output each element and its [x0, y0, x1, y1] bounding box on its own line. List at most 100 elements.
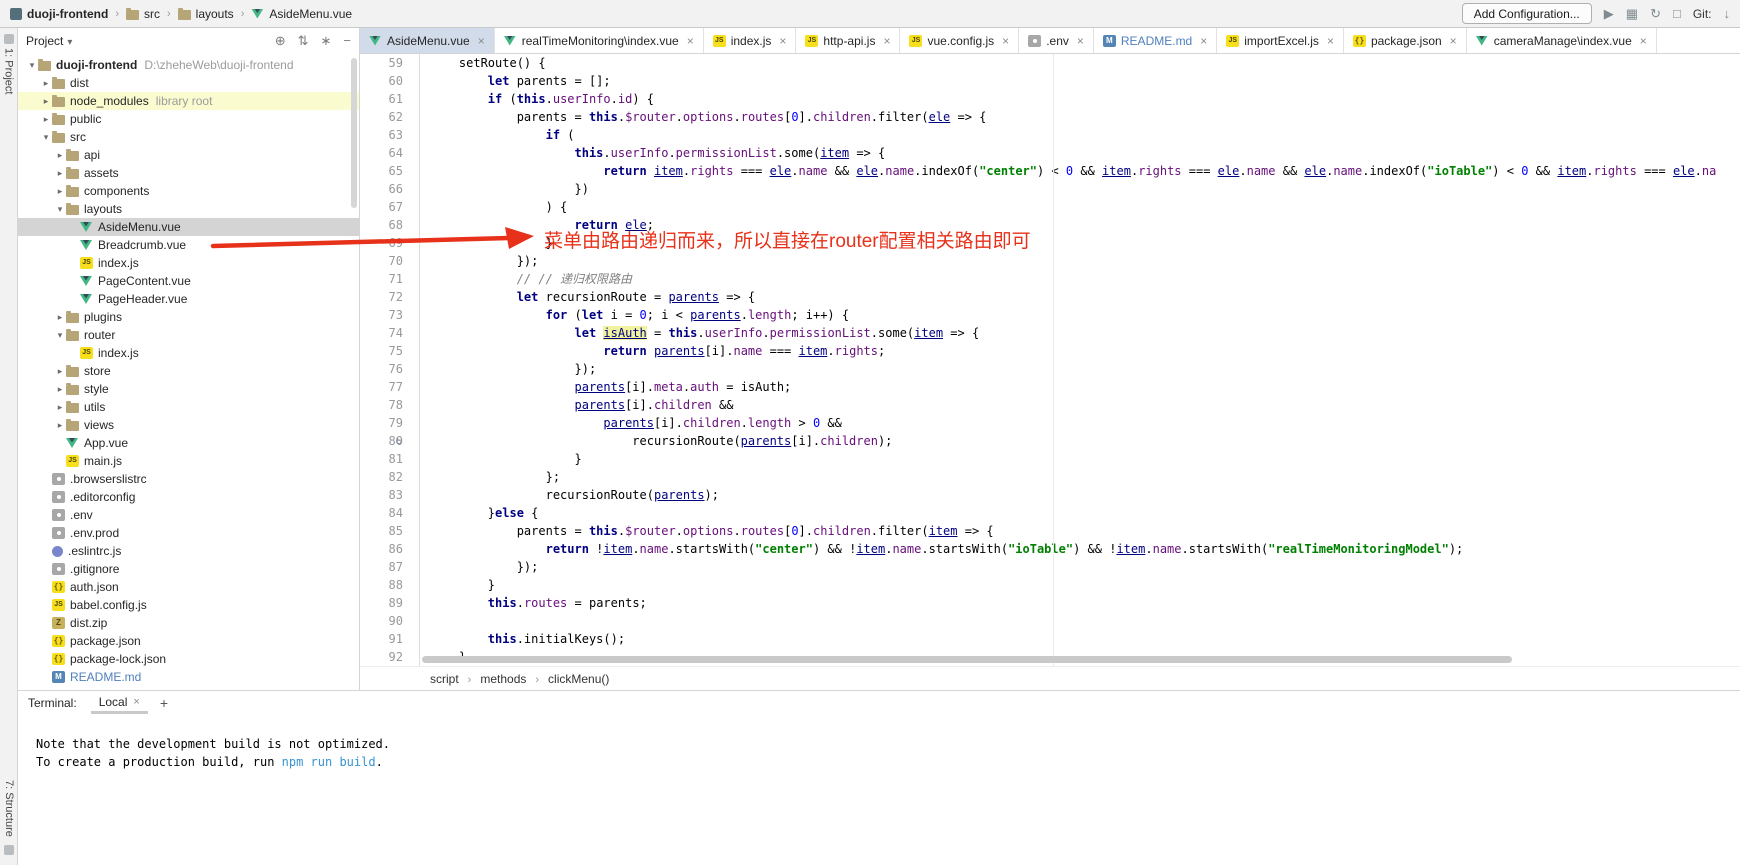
chevron-expanded-icon[interactable] — [54, 330, 66, 341]
gutter-line-number[interactable]: 68 — [360, 216, 403, 234]
titlebar-breadcrumb-item[interactable]: src — [126, 7, 160, 21]
code-line[interactable]: parents[i].children && — [430, 396, 1740, 414]
gutter-line-number[interactable]: 70 — [360, 252, 403, 270]
editor-tab[interactable]: .env — [1019, 28, 1094, 53]
gutter-line-number[interactable]: 71 — [360, 270, 403, 288]
close-icon[interactable] — [1640, 34, 1647, 48]
tree-item[interactable]: api — [18, 146, 359, 164]
code-line[interactable]: return ele; — [430, 216, 1740, 234]
gutter-line-number[interactable]: 72 — [360, 288, 403, 306]
gutter-line-number[interactable]: 60 — [360, 72, 403, 90]
code-line[interactable]: }; — [430, 468, 1740, 486]
gutter-line-number[interactable]: 79 — [360, 414, 403, 432]
gutter-line-number[interactable]: 87 — [360, 558, 403, 576]
code-line[interactable]: }); — [430, 558, 1740, 576]
code-line[interactable]: ) { — [430, 198, 1740, 216]
gutter-line-number[interactable]: 74 — [360, 324, 403, 342]
code-line[interactable]: // // 递归权限路由 — [430, 270, 1740, 288]
add-configuration-button[interactable]: Add Configuration... — [1462, 3, 1592, 24]
code-line[interactable]: parents = this.$router.options.routes[0]… — [430, 522, 1740, 540]
close-icon[interactable] — [1002, 34, 1009, 48]
hide-panel-icon[interactable]: − — [343, 33, 351, 49]
chevron-collapsed-icon[interactable] — [54, 402, 66, 413]
tree-item[interactable]: index.js — [18, 344, 359, 362]
code-lines[interactable]: setRoute() { let parents = []; if (this.… — [420, 54, 1740, 666]
tree-item[interactable]: dist.zip — [18, 614, 359, 632]
tree-item[interactable]: layouts — [18, 200, 359, 218]
tree-item[interactable]: .env — [18, 506, 359, 524]
project-view-selector[interactable]: Project — [26, 34, 63, 48]
tree-item[interactable]: PageHeader.vue — [18, 290, 359, 308]
code-line[interactable]: this.routes = parents; — [430, 594, 1740, 612]
tree-item[interactable]: store — [18, 362, 359, 380]
tool-window-grid-icon[interactable] — [4, 34, 14, 44]
collapse-all-icon[interactable]: ⇅ — [298, 33, 309, 49]
editor-breadcrumb-item[interactable]: clickMenu() — [548, 672, 609, 686]
code-line[interactable]: let isAuth = this.userInfo.permissionLis… — [430, 324, 1740, 342]
gutter-line-number[interactable]: 75 — [360, 342, 403, 360]
gutter-line-number[interactable]: 78 — [360, 396, 403, 414]
gutter-line-number[interactable]: 65 — [360, 162, 403, 180]
close-icon[interactable] — [1450, 34, 1457, 48]
close-icon[interactable] — [1077, 34, 1084, 48]
titlebar-breadcrumb-item[interactable]: duoji-frontend — [10, 7, 108, 21]
close-icon[interactable] — [478, 34, 485, 48]
titlebar-breadcrumb-item[interactable]: layouts — [178, 7, 234, 21]
project-scrollbar[interactable] — [351, 58, 357, 208]
chevron-collapsed-icon[interactable] — [54, 150, 66, 161]
tree-item[interactable]: AsideMenu.vue — [18, 218, 359, 236]
code-line[interactable]: }else { — [430, 504, 1740, 522]
gutter-line-number[interactable]: 62 — [360, 108, 403, 126]
tree-item[interactable]: .editorconfig — [18, 488, 359, 506]
tree-item[interactable]: .browserslistrc — [18, 470, 359, 488]
project-tool-button[interactable]: 1: Project — [3, 48, 15, 94]
tree-item[interactable]: index.js — [18, 254, 359, 272]
editor-horizontal-scrollbar[interactable] — [422, 656, 1512, 663]
structure-tool-button[interactable]: 7: Structure — [3, 780, 15, 837]
chevron-collapsed-icon[interactable] — [40, 96, 52, 107]
code-editor[interactable]: 5960616263646566676869707172737475767778… — [360, 54, 1740, 666]
editor-tab[interactable]: vue.config.js — [900, 28, 1019, 53]
code-line[interactable]: return item.rights === ele.name && ele.n… — [430, 162, 1740, 180]
gutter-line-number[interactable]: 83 — [360, 486, 403, 504]
update-project-icon[interactable]: ↻ — [1650, 7, 1661, 20]
code-line[interactable]: recursionRoute(parents); — [430, 486, 1740, 504]
stop-icon[interactable]: □ — [1673, 7, 1681, 20]
terminal-output[interactable]: Note that the development build is not o… — [18, 715, 1740, 771]
editor-tab[interactable]: index.js — [704, 28, 797, 53]
gutter-line-number[interactable]: 59 — [360, 54, 403, 72]
code-line[interactable]: let parents = []; — [430, 72, 1740, 90]
code-line[interactable]: return !item.name.startsWith("center") &… — [430, 540, 1740, 558]
close-icon[interactable] — [1327, 34, 1334, 48]
tree-item[interactable]: router — [18, 326, 359, 344]
code-line[interactable]: } — [430, 234, 1740, 252]
tree-item[interactable]: style — [18, 380, 359, 398]
gutter-line-number[interactable]: 86 — [360, 540, 403, 558]
tree-item[interactable]: babel.config.js — [18, 596, 359, 614]
tree-item[interactable]: package-lock.json — [18, 650, 359, 668]
terminal-tab-local[interactable]: Local — [91, 692, 148, 714]
editor-tab[interactable]: README.md — [1094, 28, 1217, 53]
tree-item[interactable]: package.json — [18, 632, 359, 650]
gutter-line-number[interactable]: 63 — [360, 126, 403, 144]
tree-item[interactable]: src — [18, 128, 359, 146]
tree-item[interactable]: plugins — [18, 308, 359, 326]
code-line[interactable]: return parents[i].name === item.rights; — [430, 342, 1740, 360]
tree-item[interactable]: assets — [18, 164, 359, 182]
gutter-line-number[interactable]: 64 — [360, 144, 403, 162]
tree-item[interactable]: views — [18, 416, 359, 434]
chevron-expanded-icon[interactable] — [26, 60, 38, 71]
tree-item[interactable]: duoji-frontendD:\zheheWeb\duoji-frontend — [18, 56, 359, 74]
chevron-expanded-icon[interactable] — [54, 204, 66, 215]
titlebar-breadcrumb-item[interactable]: AsideMenu.vue — [251, 7, 352, 21]
code-line[interactable]: recursionRoute(parents[i].children); — [430, 432, 1740, 450]
tree-item[interactable]: components — [18, 182, 359, 200]
chevron-collapsed-icon[interactable] — [54, 312, 66, 323]
code-line[interactable]: this.initialKeys(); — [430, 630, 1740, 648]
tree-item[interactable]: App.vue — [18, 434, 359, 452]
gutter-line-number[interactable]: 69 — [360, 234, 403, 252]
tree-item[interactable]: PageContent.vue — [18, 272, 359, 290]
tree-item[interactable]: Breadcrumb.vue — [18, 236, 359, 254]
code-line[interactable]: } — [430, 450, 1740, 468]
chevron-collapsed-icon[interactable] — [40, 114, 52, 125]
